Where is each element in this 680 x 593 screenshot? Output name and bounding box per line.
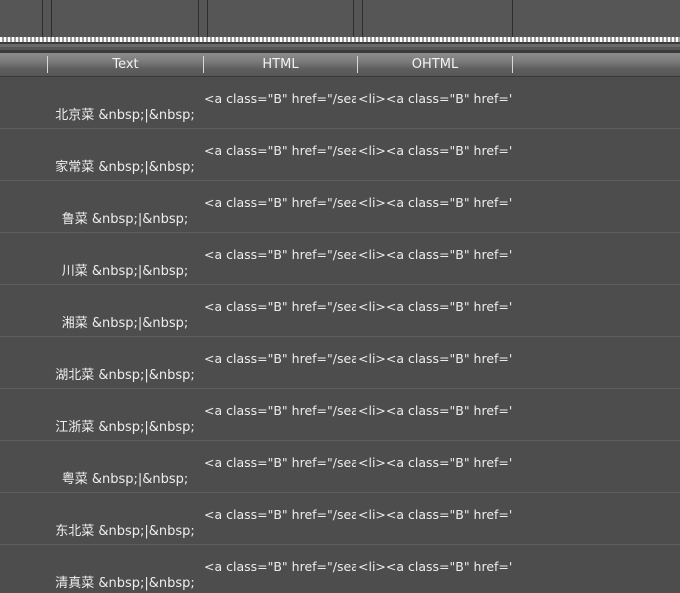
grid-header-row: Text HTML OHTML bbox=[0, 53, 680, 77]
column-divider[interactable] bbox=[353, 0, 354, 37]
cell-text[interactable]: 粤菜 &nbsp;|&nbsp; bbox=[48, 468, 202, 487]
cell-text[interactable]: 川菜 &nbsp;|&nbsp; bbox=[48, 260, 202, 279]
table-row[interactable]: 川菜 &nbsp;|&nbsp; <a class="B" href="/sea… bbox=[0, 233, 680, 285]
table-row[interactable]: 湖北菜 &nbsp;|&nbsp; <a class="B" href="/se… bbox=[0, 337, 680, 389]
table-row[interactable]: 清真菜 &nbsp;|&nbsp; <a class="B" href="/se… bbox=[0, 545, 680, 593]
upper-grid-panel bbox=[0, 0, 680, 37]
cell-html[interactable]: <a class="B" href="/sear bbox=[204, 143, 356, 158]
column-divider[interactable] bbox=[512, 0, 513, 37]
cell-text[interactable]: 东北菜 &nbsp;|&nbsp; bbox=[48, 520, 202, 539]
column-header-html[interactable]: HTML bbox=[204, 53, 357, 76]
column-divider[interactable] bbox=[362, 0, 363, 37]
table-row[interactable]: 北京菜 &nbsp;|&nbsp; <a class="B" href="/se… bbox=[0, 77, 680, 129]
table-row[interactable]: 鲁菜 &nbsp;|&nbsp; <a class="B" href="/sea… bbox=[0, 181, 680, 233]
cell-html[interactable]: <a class="B" href="/sear bbox=[204, 247, 356, 262]
column-header-blank-left[interactable] bbox=[0, 53, 47, 76]
column-divider[interactable] bbox=[207, 0, 208, 37]
cell-ohtml[interactable]: <li><a class="B" href="/ bbox=[358, 455, 512, 470]
cell-ohtml[interactable]: <li><a class="B" href="/ bbox=[358, 299, 512, 314]
cell-text[interactable]: 家常菜 &nbsp;|&nbsp; bbox=[48, 156, 202, 175]
cell-html[interactable]: <a class="B" href="/sear bbox=[204, 299, 356, 314]
column-divider[interactable] bbox=[51, 0, 52, 37]
cell-text[interactable]: 北京菜 &nbsp;|&nbsp; bbox=[48, 104, 202, 123]
cell-ohtml[interactable]: <li><a class="B" href="/ bbox=[358, 143, 512, 158]
column-divider[interactable] bbox=[198, 0, 199, 37]
cell-ohtml[interactable]: <li><a class="B" href="/ bbox=[358, 195, 512, 210]
column-header-ohtml[interactable]: OHTML bbox=[358, 53, 512, 76]
cell-ohtml[interactable]: <li><a class="B" href="/ bbox=[358, 403, 512, 418]
cell-html[interactable]: <a class="B" href="/sear bbox=[204, 507, 356, 522]
cell-text[interactable]: 清真菜 &nbsp;|&nbsp; bbox=[48, 572, 202, 591]
table-row[interactable]: 家常菜 &nbsp;|&nbsp; <a class="B" href="/se… bbox=[0, 129, 680, 181]
table-row[interactable]: 粤菜 &nbsp;|&nbsp; <a class="B" href="/sea… bbox=[0, 441, 680, 493]
table-row[interactable]: 东北菜 &nbsp;|&nbsp; <a class="B" href="/se… bbox=[0, 493, 680, 545]
cell-html[interactable]: <a class="B" href="/sear bbox=[204, 351, 356, 366]
cell-ohtml[interactable]: <li><a class="B" href="/ bbox=[358, 351, 512, 366]
horizontal-splitter[interactable] bbox=[0, 37, 680, 53]
cell-ohtml[interactable]: <li><a class="B" href="/ bbox=[358, 507, 512, 522]
cell-html[interactable]: <a class="B" href="/sear bbox=[204, 403, 356, 418]
cell-text[interactable]: 湖北菜 &nbsp;|&nbsp; bbox=[48, 364, 202, 383]
cell-ohtml[interactable]: <li><a class="B" href="/ bbox=[358, 247, 512, 262]
cell-html[interactable]: <a class="B" href="/sear bbox=[204, 195, 356, 210]
table-row[interactable]: 江浙菜 &nbsp;|&nbsp; <a class="B" href="/se… bbox=[0, 389, 680, 441]
cell-ohtml[interactable]: <li><a class="B" href="/ bbox=[358, 559, 512, 574]
column-divider[interactable] bbox=[42, 0, 43, 37]
grid-body[interactable]: 北京菜 &nbsp;|&nbsp; <a class="B" href="/se… bbox=[0, 77, 680, 593]
cell-text[interactable]: 江浙菜 &nbsp;|&nbsp; bbox=[48, 416, 202, 435]
table-row[interactable]: 湘菜 &nbsp;|&nbsp; <a class="B" href="/sea… bbox=[0, 285, 680, 337]
cell-html[interactable]: <a class="B" href="/sear bbox=[204, 559, 356, 574]
column-header-text[interactable]: Text bbox=[48, 53, 203, 76]
column-header-blank-right[interactable] bbox=[513, 53, 680, 76]
cell-text[interactable]: 鲁菜 &nbsp;|&nbsp; bbox=[48, 208, 202, 227]
cell-html[interactable]: <a class="B" href="/sear bbox=[204, 91, 356, 106]
cell-html[interactable]: <a class="B" href="/sear bbox=[204, 455, 356, 470]
cell-ohtml[interactable]: <li><a class="B" href="/ bbox=[358, 91, 512, 106]
cell-text[interactable]: 湘菜 &nbsp;|&nbsp; bbox=[48, 312, 202, 331]
